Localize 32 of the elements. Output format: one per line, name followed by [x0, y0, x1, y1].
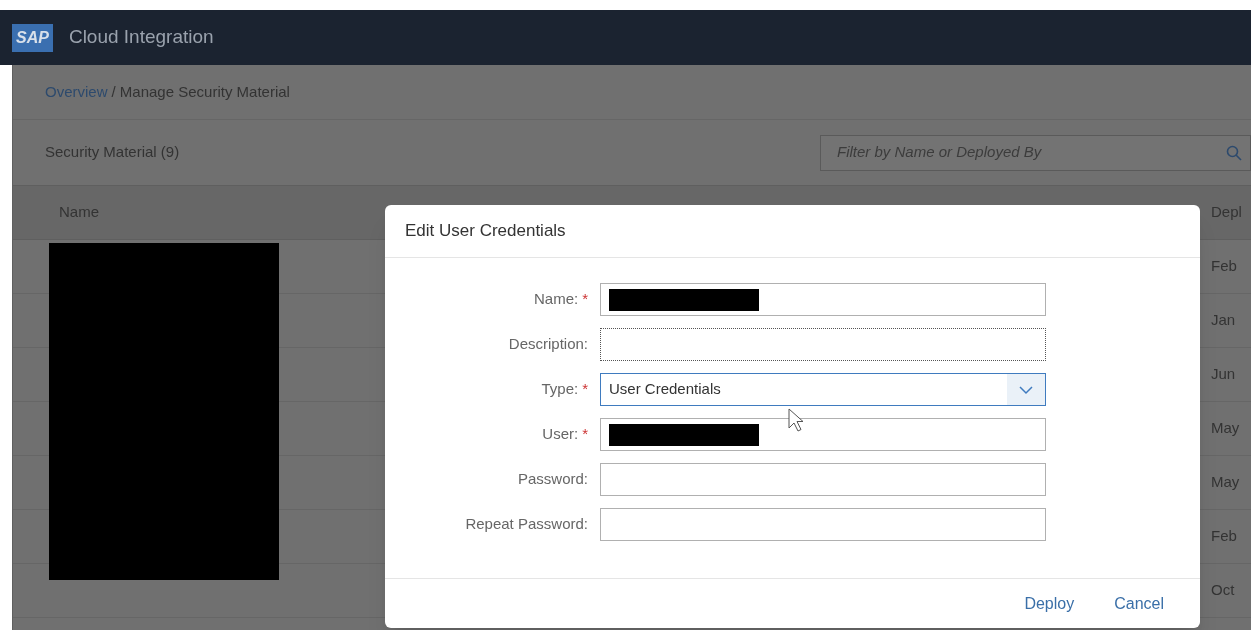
field-label: Description:	[508, 334, 588, 355]
required-mark: *	[582, 289, 588, 310]
input-field[interactable]	[600, 463, 1046, 496]
input-field[interactable]	[600, 418, 1046, 451]
input-field[interactable]	[600, 508, 1046, 541]
table-cell-text: May	[1211, 418, 1241, 439]
type-select[interactable]: User Credentials	[600, 373, 1046, 406]
app-title: Cloud Integration	[68, 25, 214, 50]
breadcrumb-current: / Manage Security Material	[111, 81, 290, 102]
chevron-down-icon	[1007, 374, 1045, 405]
sap-logo: SAP	[12, 23, 53, 52]
dialog-action-button[interactable]: Cancel	[1114, 591, 1164, 616]
field-label: Type:	[541, 379, 579, 400]
field-label: Name:	[533, 289, 579, 310]
table-cell-text: Feb	[1211, 526, 1238, 547]
mouse-pointer-icon	[788, 408, 804, 432]
table-cell-text: Feb	[1211, 256, 1238, 277]
input-field[interactable]	[600, 283, 1046, 316]
section-title: Security Material (9)	[45, 142, 180, 163]
dialog-title: Edit User Credentials	[405, 220, 566, 243]
table-cell-text: Oct	[1211, 580, 1236, 601]
required-mark: *	[582, 379, 588, 400]
field-label: Password:	[517, 469, 588, 490]
table-cell-text: Jun	[1211, 364, 1237, 385]
table-cell-text: Jan	[1211, 310, 1237, 331]
field-label: Repeat Password:	[465, 514, 588, 535]
field-label: User:	[542, 424, 579, 445]
table-cell-text: May	[1211, 472, 1241, 493]
required-mark: *	[582, 424, 588, 445]
input-field[interactable]	[600, 328, 1046, 361]
search-icon	[1226, 144, 1242, 161]
dialog-action-button[interactable]: Deploy	[1024, 591, 1075, 616]
